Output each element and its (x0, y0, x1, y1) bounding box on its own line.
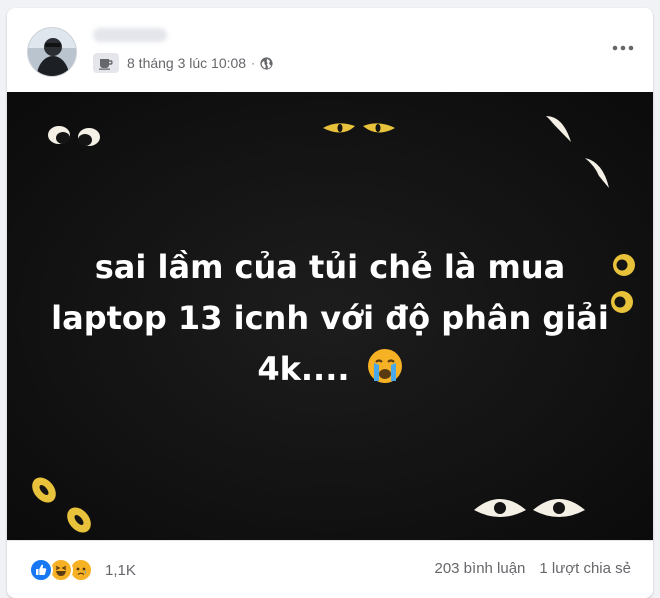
post-image-text: sai lầm của tủi chẻ là mua laptop 13 icn… (7, 242, 653, 399)
post-timestamp[interactable]: 8 tháng 3 lúc 10:08 (127, 55, 246, 71)
reactions-summary[interactable]: 1,1K (29, 558, 136, 582)
globe-icon (260, 56, 273, 70)
author-avatar[interactable] (27, 27, 77, 77)
like-icon (29, 558, 53, 582)
more-options-button[interactable] (607, 38, 639, 58)
more-options-icon (612, 45, 634, 51)
comments-count[interactable]: 203 bình luận (434, 560, 525, 577)
crying-emoji-icon (367, 348, 403, 399)
reaction-count[interactable]: 1,1K (105, 562, 136, 579)
post-text-line-2: laptop 13 icnh với độ phân giải (51, 299, 609, 337)
post-meta: 8 tháng 3 lúc 10:08 · (93, 52, 273, 74)
shares-count[interactable]: 1 lượt chia sẻ (539, 560, 631, 577)
post-footer: 1,1K 203 bình luận 1 lượt chia sẻ (7, 540, 653, 598)
avatar-image (28, 28, 76, 76)
engagement-stats: 203 bình luận 1 lượt chia sẻ (434, 560, 631, 577)
post-image[interactable]: sai lầm của tủi chẻ là mua laptop 13 icn… (7, 92, 653, 540)
author-name-blurred[interactable] (93, 28, 167, 42)
post-text-line-3-text: 4k.... (257, 350, 350, 388)
coffee-cup-icon (93, 53, 119, 73)
post-card: 8 tháng 3 lúc 10:08 · sai lầm của tủi ch… (7, 8, 653, 598)
post-header: 8 tháng 3 lúc 10:08 · (7, 8, 653, 92)
post-text-line-3: 4k.... (7, 344, 653, 399)
meta-separator: · (251, 56, 256, 70)
post-text-line-1: sai lầm của tủi chẻ là mua (94, 248, 566, 286)
